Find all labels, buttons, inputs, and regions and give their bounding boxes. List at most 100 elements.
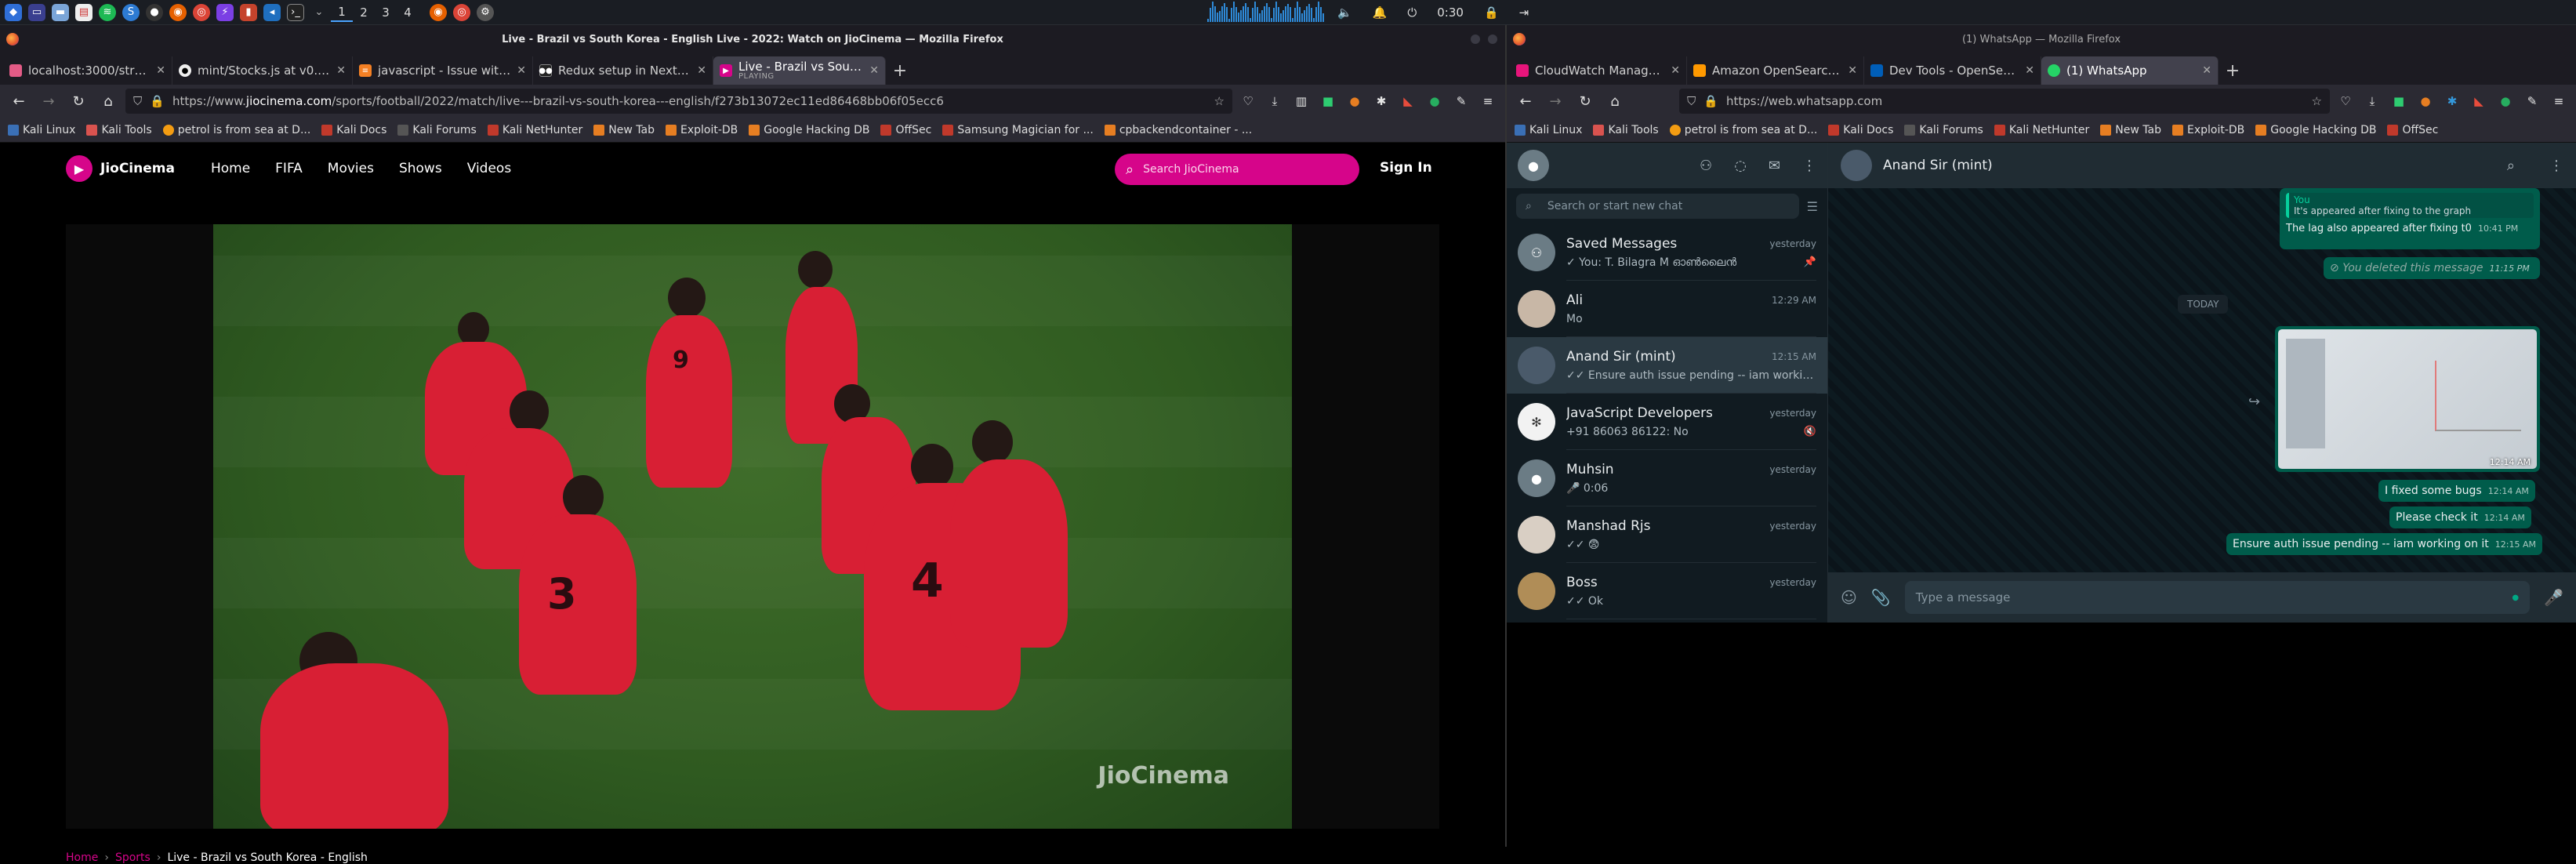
tab-localhost[interactable]: localhost:3000/strategy/n ✕ <box>3 56 172 85</box>
forward-icon[interactable]: → <box>1543 89 1568 114</box>
bookmark-new-tab[interactable]: New Tab <box>593 124 655 136</box>
filter-icon[interactable]: ☰ <box>1807 199 1818 214</box>
tracking-shield-icon[interactable]: ⛉ <box>1687 94 1696 108</box>
chrome-window-icon[interactable]: ◎ <box>453 3 470 21</box>
extension-fox-icon[interactable]: ◣ <box>2468 90 2490 112</box>
microphone-icon[interactable]: 🎤 <box>2544 588 2563 607</box>
close-icon[interactable]: ✕ <box>1848 64 1857 77</box>
conversation-header[interactable]: Anand Sir (mint) ⌕ ⋮ <box>1828 143 2576 188</box>
nav-movies[interactable]: Movies <box>328 161 374 176</box>
bookmark-exploit-db[interactable]: Exploit-DB <box>2171 124 2244 136</box>
extension-circle-icon[interactable]: ● <box>2494 90 2516 112</box>
bookmark-kali-forums[interactable]: Kali Forums <box>397 124 477 136</box>
message-bubble[interactable]: I fixed some bugs 12:14 AM <box>2378 480 2535 502</box>
terminal-red-icon[interactable]: ▮ <box>240 3 257 21</box>
close-icon[interactable]: ✕ <box>156 64 165 77</box>
chrome-icon[interactable]: ◎ <box>193 3 210 21</box>
lock-icon[interactable]: 🔒 <box>1703 94 1718 108</box>
close-icon[interactable]: ✕ <box>869 64 879 77</box>
attach-icon[interactable]: 📎 <box>1871 588 1891 607</box>
chat-item-javascript-developers[interactable]: ✻ JavaScript Developers yesterday +91 8606… <box>1507 394 1827 450</box>
power-icon[interactable]: ⏻ <box>1407 5 1417 20</box>
extension-fox-icon[interactable]: ◣ <box>1397 90 1419 112</box>
tab-jiocinema[interactable]: ▶Live - Brazil vs South KorePLAYING✕ <box>713 56 886 85</box>
deleted-message[interactable]: ⊘ You deleted this message 11:15 PM <box>2324 257 2540 279</box>
chat-item-manshad-rjs[interactable]: Manshad Rjs yesterday ✓✓ 😨 <box>1507 506 1827 563</box>
menu-icon[interactable]: ≡ <box>1477 90 1499 112</box>
chevron-down-icon[interactable]: ⌄ <box>310 4 328 21</box>
back-icon[interactable]: ← <box>1513 89 1538 114</box>
notification-bell-icon[interactable]: 🔔 <box>1373 5 1388 20</box>
edit-icon[interactable]: ✎ <box>2521 90 2543 112</box>
more-options-icon[interactable]: ⋮ <box>1802 158 1816 174</box>
bookmark-kali-nethunter[interactable]: Kali NetHunter <box>1994 124 2089 136</box>
window-close-button[interactable] <box>1488 34 1497 44</box>
firefox-window-icon[interactable]: ◉ <box>430 3 447 21</box>
bookmark-petrol[interactable]: petrol is from sea at D... <box>162 124 310 136</box>
tab-stackoverflow[interactable]: ≡ javascript - Issue with API ✕ <box>353 56 533 85</box>
pocket-icon[interactable]: ♡ <box>2335 90 2356 112</box>
message-input[interactable]: Type a message ● <box>1904 581 2531 614</box>
emoji-icon[interactable]: ☺ <box>1841 588 1857 607</box>
tab-devtools[interactable]: Dev Tools - OpenSearch ✕ <box>1864 56 2041 85</box>
tracking-shield-icon[interactable]: ⛉ <box>133 94 142 108</box>
chat-item-boss[interactable]: Boss yesterday ✓✓ Ok <box>1507 563 1827 619</box>
bookmark-samsung-magician[interactable]: Samsung Magician for ... <box>942 124 1094 136</box>
downloads-icon[interactable]: ⤓ <box>1264 90 1286 112</box>
jio-search-input[interactable]: ⌕ Search JioCinema <box>1115 154 1359 185</box>
close-icon[interactable]: ✕ <box>2025 64 2034 77</box>
new-tab-button[interactable]: + <box>886 56 914 85</box>
nav-home[interactable]: Home <box>211 161 250 176</box>
communities-icon[interactable]: ⚇ <box>1700 158 1712 174</box>
bookmark-offsec[interactable]: OffSec <box>2387 124 2438 136</box>
firefox-icon[interactable]: ◉ <box>169 3 187 21</box>
vscode-icon[interactable]: ◂ <box>263 3 281 21</box>
library-icon[interactable]: ▥ <box>1290 90 1312 112</box>
settings-window-icon[interactable]: ⚙ <box>477 3 494 21</box>
bookmark-kali-docs[interactable]: Kali Docs <box>321 124 386 136</box>
jiocinema-logo-icon[interactable]: ▶ <box>66 155 93 182</box>
video-player[interactable]: 9 3 4 JioCinema <box>66 224 1439 829</box>
bookmark-petrol[interactable]: petrol is from sea at D... <box>1669 124 1817 136</box>
workspace-1[interactable]: 1 <box>331 3 353 22</box>
home-icon[interactable]: ⌂ <box>96 89 121 114</box>
workspace-4[interactable]: 4 <box>397 3 419 22</box>
reload-icon[interactable]: ↻ <box>66 89 91 114</box>
bookmark-google-hacking-db[interactable]: Google Hacking DB <box>2255 124 2376 136</box>
terminal-icon[interactable]: ›_ <box>287 3 304 21</box>
bookmark-cpbackendcontainer[interactable]: cpbackendcontainer - ... <box>1104 124 1252 136</box>
files-icon[interactable]: ▬ <box>52 3 69 21</box>
message-bubble[interactable]: Ensure auth issue pending -- iam working… <box>2226 533 2543 555</box>
message-bubble-quoted[interactable]: You It's appeared after fixing to the gr… <box>2280 188 2540 249</box>
downloads-icon[interactable]: ⤓ <box>2361 90 2383 112</box>
forward-icon[interactable]: → <box>36 89 61 114</box>
menu-icon[interactable]: ≡ <box>2548 90 2570 112</box>
volume-icon[interactable]: 🔈 <box>1337 5 1352 20</box>
bookmark-star-icon[interactable]: ☆ <box>2312 94 2322 108</box>
back-icon[interactable]: ← <box>6 89 31 114</box>
nav-shows[interactable]: Shows <box>399 161 442 176</box>
desktop-icon[interactable]: ▭ <box>28 3 45 21</box>
image-message[interactable]: 12:14 AM <box>2275 326 2540 472</box>
logout-icon[interactable]: ⇥ <box>1519 5 1529 20</box>
status-icon[interactable]: ◌ <box>1734 158 1747 174</box>
contact-avatar[interactable] <box>1841 150 1872 181</box>
spotify-icon[interactable]: ≋ <box>99 3 116 21</box>
sign-in-button[interactable]: Sign In <box>1380 160 1432 176</box>
breadcrumb-home[interactable]: Home <box>66 851 98 864</box>
lock-icon[interactable]: 🔒 <box>150 94 165 108</box>
workspace-3[interactable]: 3 <box>375 3 397 22</box>
bookmark-star-icon[interactable]: ☆ <box>1214 94 1225 108</box>
burp-icon[interactable]: ⚡ <box>216 3 234 21</box>
bookmark-google-hacking-db[interactable]: Google Hacking DB <box>749 124 869 136</box>
workspace-2[interactable]: 2 <box>353 3 375 22</box>
chat-item-saved-messages[interactable]: ⚇ Saved Messages yesterday ✓ You: T. Bilag… <box>1507 224 1827 281</box>
tab-github[interactable]: ● mint/Stocks.js at v0.2.0 · m ✕ <box>172 56 353 85</box>
new-tab-button[interactable]: + <box>2219 56 2247 85</box>
search-icon[interactable]: ⌕ <box>2507 158 2515 174</box>
bookmark-kali-linux[interactable]: Kali Linux <box>8 124 75 136</box>
reload-icon[interactable]: ↻ <box>1573 89 1598 114</box>
close-icon[interactable]: ✕ <box>2202 64 2211 77</box>
edit-icon[interactable]: ✎ <box>1450 90 1472 112</box>
jio-brand[interactable]: JioCinema <box>100 161 175 176</box>
